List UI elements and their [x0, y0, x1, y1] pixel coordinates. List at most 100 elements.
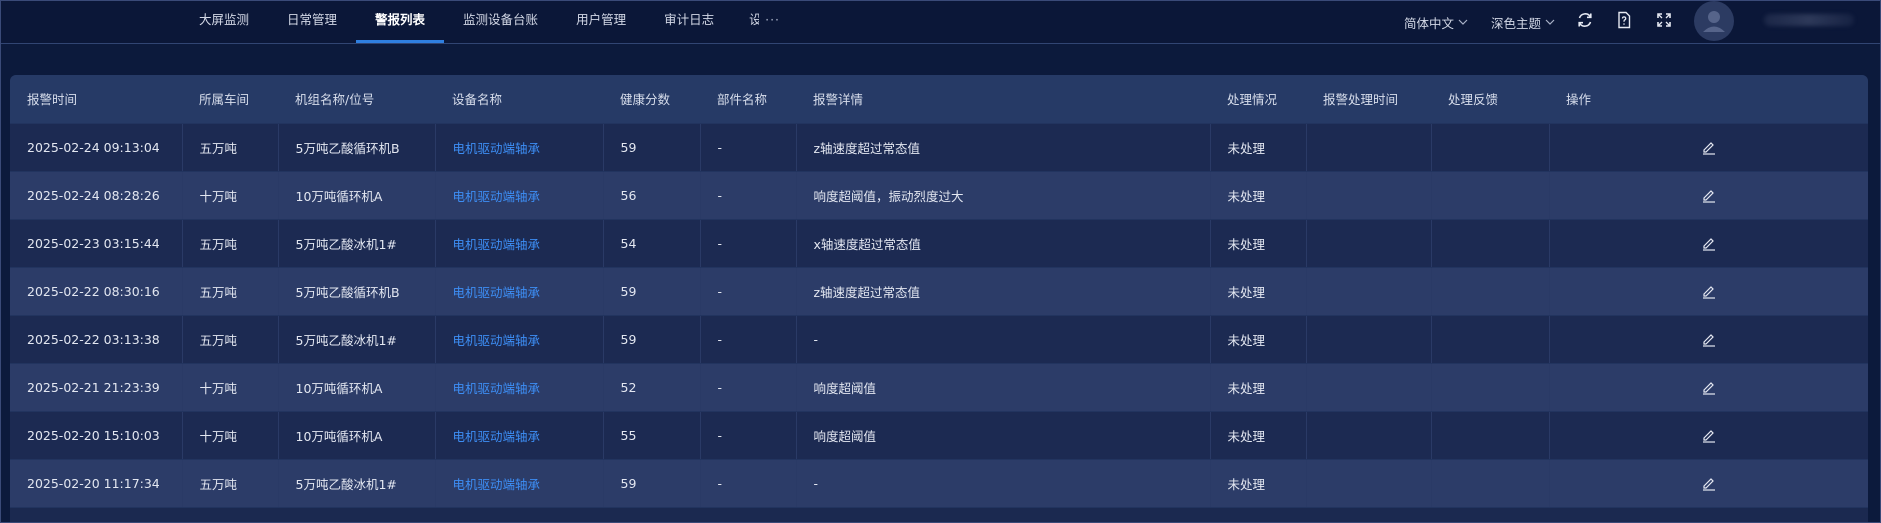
- cell-unit: 10万吨循环机A: [278, 363, 436, 412]
- cell-feedback: [1431, 459, 1550, 508]
- header-handled-time[interactable]: 报警处理时间: [1306, 75, 1431, 124]
- header-actions: 操作: [1549, 75, 1868, 124]
- cell-part: -: [700, 267, 797, 316]
- cell-actions: [1549, 363, 1868, 412]
- edit-icon[interactable]: [1701, 475, 1717, 491]
- language-label: 简体中文: [1404, 15, 1455, 31]
- cell-handled-time: [1306, 219, 1432, 268]
- language-selector[interactable]: 简体中文: [1404, 0, 1468, 44]
- cell-detail: 响度超阈值: [796, 363, 1211, 412]
- cell-workshop: 五万吨: [182, 459, 279, 508]
- device-link[interactable]: 电机驱动端轴承: [453, 477, 541, 492]
- cell-device: 电机驱动端轴承: [435, 315, 604, 364]
- user-avatar-icon[interactable]: [1694, 1, 1734, 41]
- cell-detail: -: [796, 315, 1211, 364]
- device-link[interactable]: 电机驱动端轴承: [453, 189, 541, 204]
- cell-time: 2025-02-20 15:10:03: [10, 411, 183, 460]
- cell-handled-time: [1306, 411, 1432, 460]
- cell-feedback: [1431, 411, 1550, 460]
- table-row: 2025-02-24 08:28:26 十万吨 10万吨循环机A 电机驱动端轴承…: [10, 171, 1868, 220]
- cell-workshop: 五万吨: [182, 267, 279, 316]
- device-link[interactable]: 电机驱动端轴承: [453, 285, 541, 300]
- refresh-icon[interactable]: [1575, 10, 1595, 30]
- cell-time: 2025-02-23 03:15:44: [10, 219, 183, 268]
- header-status[interactable]: 处理情况: [1210, 75, 1306, 124]
- cell-detail: x轴速度超过常态值: [796, 219, 1211, 268]
- cell-part: -: [700, 171, 797, 220]
- cell-device: 电机驱动端轴承: [435, 171, 604, 220]
- cell-actions: [1549, 219, 1868, 268]
- header-score[interactable]: 健康分数: [603, 75, 700, 124]
- cell-device: 电机驱动端轴承: [435, 123, 604, 172]
- nav-item-user-management[interactable]: 用户管理: [557, 0, 645, 44]
- cell-time: 2025-02-22 03:13:38: [10, 315, 183, 364]
- edit-icon[interactable]: [1701, 283, 1717, 299]
- nav-item-audit-log[interactable]: 审计日志: [645, 0, 733, 44]
- cell-feedback: [1431, 315, 1550, 364]
- device-link[interactable]: 电机驱动端轴承: [453, 381, 541, 396]
- header-unit[interactable]: 机组名称/位号: [278, 75, 435, 124]
- cell-status: 未处理: [1210, 171, 1307, 220]
- cell-unit: 5万吨乙酸冰机1#: [278, 315, 436, 364]
- cell-part: -: [700, 363, 797, 412]
- device-link[interactable]: 电机驱动端轴承: [453, 237, 541, 252]
- device-link[interactable]: 电机驱动端轴承: [453, 429, 541, 444]
- header-device[interactable]: 设备名称: [435, 75, 603, 124]
- table-row: 2025-02-22 03:13:38 五万吨 5万吨乙酸冰机1# 电机驱动端轴…: [10, 315, 1868, 364]
- nav-item-dashboard[interactable]: 大屏监测: [180, 0, 268, 44]
- cell-time: 2025-02-24 09:13:04: [10, 123, 183, 172]
- theme-label: 深色主题: [1491, 15, 1542, 31]
- table-header-row: 报警时间 所属车间 机组名称/位号 设备名称 健康分数 部件名称 报警详情 处理…: [10, 75, 1868, 124]
- fullscreen-icon[interactable]: [1654, 10, 1674, 30]
- cell-handled-time: [1306, 123, 1432, 172]
- cell-workshop: 五万吨: [182, 219, 279, 268]
- cell-part: -: [700, 219, 797, 268]
- cell-device: 电机驱动端轴承: [435, 411, 604, 460]
- user-silhouette-icon: [1703, 11, 1725, 32]
- cell-device: 电机驱动端轴承: [435, 363, 604, 412]
- nav-item-device-ledger[interactable]: 监测设备台账: [444, 0, 557, 44]
- cell-score: 52: [603, 363, 701, 412]
- edit-icon[interactable]: [1701, 379, 1717, 395]
- cell-feedback: [1431, 171, 1550, 220]
- table-row: 2025-02-20 11:17:34 五万吨 5万吨乙酸冰机1# 电机驱动端轴…: [10, 459, 1868, 508]
- cell-score: 59: [603, 315, 701, 364]
- cell-status: 未处理: [1210, 315, 1307, 364]
- edit-icon[interactable]: [1701, 331, 1717, 347]
- edit-icon[interactable]: [1701, 139, 1717, 155]
- cell-status: 未处理: [1210, 411, 1307, 460]
- edit-icon[interactable]: [1701, 187, 1717, 203]
- cell-actions: [1549, 459, 1868, 508]
- table-row: 2025-02-23 03:15:44 五万吨 5万吨乙酸冰机1# 电机驱动端轴…: [10, 219, 1868, 268]
- device-link[interactable]: 电机驱动端轴承: [453, 141, 541, 156]
- document-help-icon[interactable]: [1614, 10, 1634, 30]
- nav-item-settings-clipped[interactable]: 设: [733, 0, 759, 44]
- cell-device: 电机驱动端轴承: [435, 267, 604, 316]
- header-feedback[interactable]: 处理反馈: [1431, 75, 1549, 124]
- header-detail[interactable]: 报警详情: [796, 75, 1210, 124]
- cell-unit: 5万吨乙酸循环机B: [278, 267, 436, 316]
- device-link[interactable]: 电机驱动端轴承: [453, 333, 541, 348]
- cell-unit: 5万吨乙酸冰机1#: [278, 459, 436, 508]
- nav-more-button[interactable]: ···: [759, 0, 786, 44]
- cell-handled-time: [1306, 267, 1432, 316]
- cell-score: 54: [603, 219, 701, 268]
- cell-feedback: [1431, 123, 1550, 172]
- cell-feedback: [1431, 219, 1550, 268]
- edit-icon[interactable]: [1701, 427, 1717, 443]
- cell-part: -: [700, 411, 797, 460]
- edit-icon[interactable]: [1701, 235, 1717, 251]
- cell-status: 未处理: [1210, 123, 1307, 172]
- nav-item-alarm-list[interactable]: 警报列表: [356, 0, 445, 44]
- header-alarm-time[interactable]: 报警时间: [10, 75, 182, 124]
- cell-status: 未处理: [1210, 459, 1307, 508]
- theme-selector[interactable]: 深色主题: [1491, 0, 1555, 44]
- cell-time: 2025-02-22 08:30:16: [10, 267, 183, 316]
- cell-score: 59: [603, 267, 701, 316]
- cell-status: 未处理: [1210, 267, 1307, 316]
- header-part[interactable]: 部件名称: [700, 75, 796, 124]
- header-workshop[interactable]: 所属车间: [182, 75, 278, 124]
- cell-unit: 10万吨循环机A: [278, 411, 436, 460]
- table-row: 2025-02-22 08:30:16 五万吨 5万吨乙酸循环机B 电机驱动端轴…: [10, 267, 1868, 316]
- nav-item-daily-management[interactable]: 日常管理: [268, 0, 356, 44]
